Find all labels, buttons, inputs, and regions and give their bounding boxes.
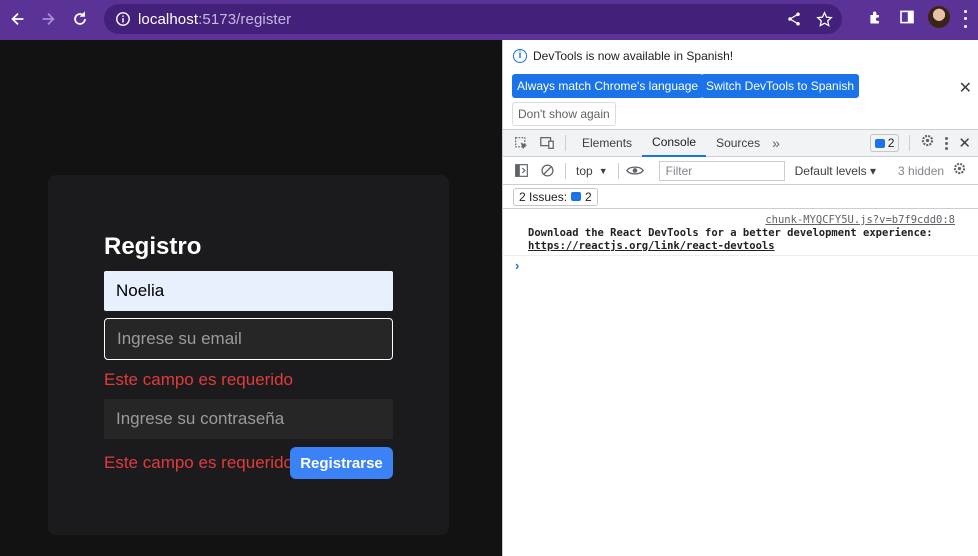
- notice-text: DevTools is now available in Spanish!: [533, 49, 734, 63]
- password-error-message: Este campo es requerido: [104, 453, 293, 472]
- messages-count: 2: [887, 136, 895, 150]
- chrome-menu-icon[interactable]: [958, 8, 972, 30]
- tab-console[interactable]: Console: [642, 130, 707, 157]
- share-icon[interactable]: [784, 9, 804, 29]
- email-error-message: Este campo es requerido: [104, 370, 293, 389]
- url-path: :5173/register: [198, 10, 292, 28]
- divider: [617, 162, 619, 179]
- forward-icon[interactable]: [34, 5, 62, 33]
- more-tabs-icon[interactable]: »: [772, 135, 780, 151]
- divider: [565, 135, 566, 151]
- hidden-count: 3 hidden: [898, 163, 945, 178]
- sidebar-toggle-icon[interactable]: [511, 161, 531, 181]
- back-icon[interactable]: [4, 5, 32, 33]
- dont-show-again-button[interactable]: Don't show again: [512, 102, 616, 126]
- settings-gear-icon[interactable]: [920, 133, 935, 153]
- divider: [565, 162, 566, 179]
- messages-badge[interactable]: 2: [869, 134, 900, 152]
- url-host: localhost: [138, 10, 199, 28]
- log-message-text: Download the React DevTools for a better…: [528, 227, 933, 239]
- clear-console-icon[interactable]: [537, 161, 557, 181]
- profile-avatar[interactable]: [928, 6, 950, 28]
- page-viewport: Registro Noelia Ingrese su email Este ca…: [0, 40, 502, 556]
- divider: [909, 135, 911, 151]
- info-icon[interactable]: [114, 10, 132, 28]
- password-input[interactable]: Ingrese su contraseña: [104, 399, 393, 439]
- issues-button[interactable]: 2 Issues: 2: [513, 187, 598, 206]
- tab-elements[interactable]: Elements: [572, 130, 642, 157]
- log-message: Download the React DevTools for a better…: [528, 227, 933, 253]
- name-input[interactable]: Noelia: [104, 271, 393, 311]
- console-settings-gear-icon[interactable]: [952, 161, 967, 181]
- console-toolbar: top ▼ Filter Default levels ▾ 3 hidden: [503, 157, 978, 185]
- context-selector[interactable]: top: [576, 164, 593, 178]
- close-devtools-icon[interactable]: ✕: [958, 134, 971, 152]
- react-devtools-link[interactable]: https://reactjs.org/link/react-devtools: [528, 240, 933, 253]
- url-text: localhost:5173/register: [138, 11, 291, 28]
- issues-bar: 2 Issues: 2: [503, 185, 978, 209]
- browser-toolbar: localhost:5173/register: [0, 0, 978, 40]
- info-icon: i: [513, 49, 527, 63]
- message-icon: [571, 192, 582, 201]
- devtools-panel: i DevTools is now available in Spanish! …: [502, 40, 978, 556]
- star-icon[interactable]: [814, 9, 834, 29]
- issues-label: 2 Issues:: [519, 189, 568, 204]
- close-icon[interactable]: ✕: [959, 78, 972, 98]
- log-source-link[interactable]: chunk-MYQCFY5U.js?v=b7f9cdd0:8: [765, 214, 955, 226]
- eye-icon[interactable]: [625, 161, 645, 181]
- chevron-down-icon[interactable]: ▼: [599, 166, 608, 176]
- page-title: Registro: [104, 233, 202, 260]
- console-log-entry: chunk-MYQCFY5U.js?v=b7f9cdd0:8 Download …: [503, 210, 978, 256]
- email-input[interactable]: Ingrese su email: [104, 318, 393, 360]
- reload-icon[interactable]: [66, 5, 94, 33]
- register-card: Registro Noelia Ingrese su email Este ca…: [48, 175, 449, 535]
- address-bar[interactable]: localhost:5173/register: [104, 4, 842, 34]
- switch-language-button[interactable]: Switch DevTools to Spanish: [701, 74, 860, 98]
- match-language-button[interactable]: Always match Chrome's language: [512, 74, 704, 98]
- register-button[interactable]: Registrarse: [290, 447, 393, 479]
- filter-input[interactable]: Filter: [658, 160, 785, 181]
- device-toolbar-icon[interactable]: [537, 133, 557, 153]
- devtools-tabbar: Elements Console Sources » 2 ✕: [503, 129, 978, 157]
- extensions-icon[interactable]: [864, 6, 886, 28]
- console-prompt-icon[interactable]: ›: [515, 258, 519, 273]
- message-icon: [874, 138, 885, 148]
- side-panel-icon[interactable]: [896, 6, 918, 28]
- inspect-element-icon[interactable]: [511, 133, 531, 153]
- issues-count: 2: [585, 189, 592, 204]
- tab-sources[interactable]: Sources: [706, 130, 770, 157]
- log-levels-dropdown[interactable]: Default levels ▾: [795, 164, 876, 178]
- devtools-menu-icon[interactable]: [945, 136, 949, 150]
- language-notice: i DevTools is now available in Spanish!: [513, 49, 733, 63]
